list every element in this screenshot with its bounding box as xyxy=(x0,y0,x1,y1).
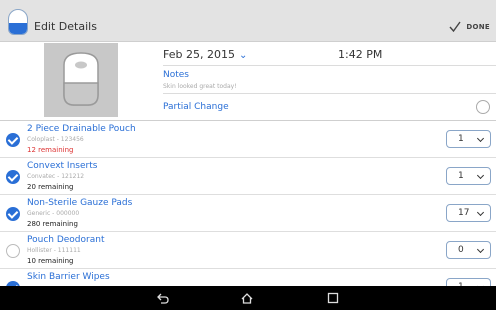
supply-list: 2 Piece Drainable Pouch Coloplast - 1234… xyxy=(0,121,496,286)
date-time-row: Feb 25, 2015 ⌄ 1:42 PM xyxy=(163,43,496,66)
app-bar: Edit Details DONE xyxy=(0,0,496,42)
date-picker[interactable]: Feb 25, 2015 ⌄ xyxy=(163,48,247,61)
quantity-dropdown[interactable]: 1 xyxy=(446,278,491,286)
change-details: Feb 25, 2015 ⌄ 1:42 PM Notes Skin looked … xyxy=(0,43,496,121)
notes-label: Notes xyxy=(163,70,189,80)
item-name: Skin Barrier Wipes xyxy=(27,272,110,282)
recents-icon[interactable] xyxy=(326,291,340,305)
list-item: Pouch Deodorant Hollister - 111111 10 re… xyxy=(0,232,496,269)
date-value: Feb 25, 2015 xyxy=(163,48,235,61)
item-remaining: 10 remaining xyxy=(27,257,74,265)
done-button[interactable]: DONE xyxy=(448,20,490,34)
done-label: DONE xyxy=(466,23,490,31)
page-title: Edit Details xyxy=(34,20,97,33)
quantity-value: 17 xyxy=(458,208,470,218)
item-name: Non-Sterile Gauze Pads xyxy=(27,198,133,208)
pouch-placeholder-icon xyxy=(63,52,99,106)
partial-change-label: Partial Change xyxy=(163,102,229,112)
list-item: 2 Piece Drainable Pouch Coloplast - 1234… xyxy=(0,121,496,158)
item-name: Pouch Deodorant xyxy=(27,235,105,245)
quantity-value: 0 xyxy=(458,245,464,255)
item-remaining: 280 remaining xyxy=(27,220,78,228)
divider xyxy=(163,93,496,94)
item-brand: Coloplast - 123456 xyxy=(27,136,84,143)
quantity-dropdown[interactable]: 1 xyxy=(446,167,491,185)
quantity-dropdown[interactable]: 1 xyxy=(446,130,491,148)
item-checkbox[interactable] xyxy=(6,170,20,184)
item-brand: Generic - 000000 xyxy=(27,210,80,217)
chevron-down-icon xyxy=(476,208,485,217)
list-item: Convext Inserts Convatec - 121212 20 rem… xyxy=(0,158,496,195)
chevron-down-icon xyxy=(476,171,485,180)
item-remaining: 12 remaining xyxy=(27,146,74,154)
pouch-icon xyxy=(8,9,28,35)
item-checkbox[interactable] xyxy=(6,244,20,258)
quantity-dropdown[interactable]: 17 xyxy=(446,204,491,222)
item-brand: Convatec - 121212 xyxy=(27,173,85,180)
list-item: Skin Barrier Wipes 1 xyxy=(0,269,496,286)
item-checkbox[interactable] xyxy=(6,207,20,221)
quantity-value: 1 xyxy=(458,171,464,181)
list-item: Non-Sterile Gauze Pads Generic - 000000 … xyxy=(0,195,496,232)
quantity-dropdown[interactable]: 0 xyxy=(446,241,491,259)
quantity-value: 1 xyxy=(458,134,464,144)
chevron-down-icon xyxy=(476,134,485,143)
chevron-down-icon: ⌄ xyxy=(238,50,248,61)
system-nav-bar xyxy=(0,286,496,310)
item-name: 2 Piece Drainable Pouch xyxy=(27,124,136,134)
time-picker[interactable]: 1:42 PM xyxy=(338,48,382,61)
back-arrow-icon[interactable] xyxy=(156,291,170,305)
pouch-photo-button[interactable] xyxy=(44,43,118,117)
checkmark-icon xyxy=(449,21,461,33)
home-icon[interactable] xyxy=(240,291,254,305)
notes-field[interactable]: Skin looked great today! xyxy=(163,83,237,90)
chevron-down-icon xyxy=(476,245,485,254)
item-brand: Hollister - 111111 xyxy=(27,247,81,254)
item-remaining: 20 remaining xyxy=(27,183,74,191)
partial-change-radio[interactable] xyxy=(476,100,490,114)
item-name: Convext Inserts xyxy=(27,161,98,171)
item-checkbox[interactable] xyxy=(6,133,20,147)
